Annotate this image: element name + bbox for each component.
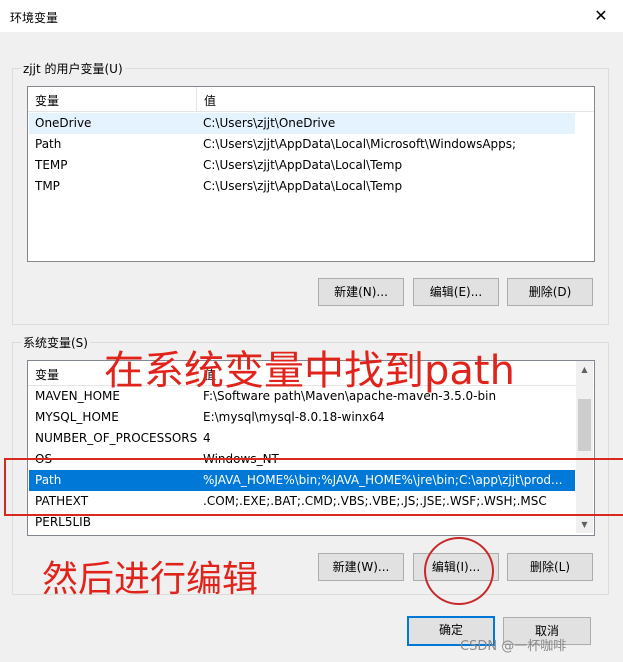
window-title: 环境变量 <box>10 11 59 25</box>
user-edit-button[interactable]: 编辑(E)... <box>413 278 499 306</box>
list-item[interactable]: TEMP C:\Users\zjjt\AppData\Local\Temp <box>29 155 575 176</box>
system-delete-button[interactable]: 删除(L) <box>507 553 593 581</box>
scroll-down-icon[interactable]: ▼ <box>576 516 593 533</box>
user-list-header: 变量 值 <box>28 87 594 112</box>
list-item[interactable]: MYSQL_HOME E:\mysql\mysql-8.0.18-winx64 <box>29 407 575 428</box>
user-variables-label: zjjt 的用户变量(U) <box>21 60 125 77</box>
column-header-value[interactable]: 值 <box>204 92 216 109</box>
system-variables-label: 系统变量(S) <box>21 334 90 351</box>
list-item[interactable]: Path C:\Users\zjjt\AppData\Local\Microso… <box>29 134 575 155</box>
watermark: CSDN @一杯咖啡 <box>460 639 567 654</box>
annotation-highlight-path-row <box>4 458 623 516</box>
column-header-variable[interactable]: 变量 <box>35 92 59 109</box>
user-delete-button[interactable]: 删除(D) <box>507 278 593 306</box>
list-item[interactable]: OneDrive C:\Users\zjjt\OneDrive <box>29 113 575 134</box>
list-item[interactable]: TMP C:\Users\zjjt\AppData\Local\Temp <box>29 176 575 197</box>
list-item[interactable]: NUMBER_OF_PROCESSORS 4 <box>29 428 575 449</box>
system-new-button[interactable]: 新建(W)... <box>318 553 404 581</box>
scrollbar-thumb[interactable] <box>578 399 591 451</box>
scroll-up-icon[interactable]: ▲ <box>576 361 593 378</box>
title-bar: 环境变量 ✕ <box>0 0 623 32</box>
close-icon[interactable]: ✕ <box>589 4 613 28</box>
annotation-find-path: 在系统变量中找到path <box>104 348 515 394</box>
annotation-circle-edit-button <box>424 537 494 605</box>
annotation-then-edit: 然后进行编辑 <box>42 559 259 600</box>
column-header-variable[interactable]: 变量 <box>35 366 59 383</box>
user-variables-list[interactable]: 变量 值 OneDrive C:\Users\zjjt\OneDrive Pat… <box>27 86 595 262</box>
user-new-button[interactable]: 新建(N)... <box>318 278 404 306</box>
